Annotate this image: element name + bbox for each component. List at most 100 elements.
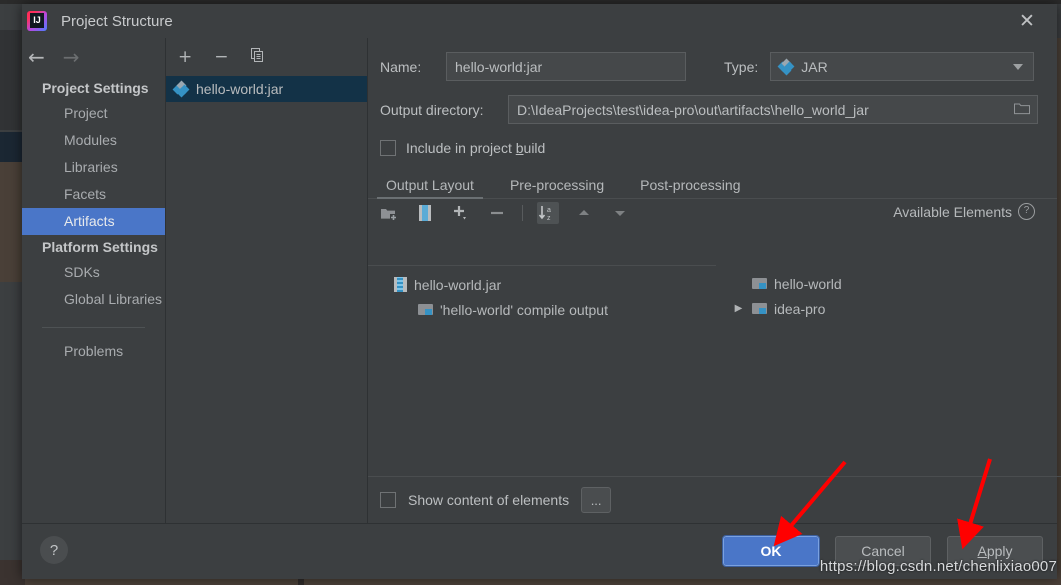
output-directory-input[interactable]: [508, 95, 1038, 124]
folder-browse-icon[interactable]: [1014, 101, 1030, 118]
include-in-build-label-post: uild: [523, 140, 546, 156]
dialog-body: ← → Project Settings Project Modules Lib…: [22, 38, 1061, 523]
help-icon[interactable]: ?: [1018, 203, 1035, 220]
new-archive-glyph: [419, 205, 431, 221]
available-elements-header: Available Elements ?: [893, 203, 1035, 220]
remove-artifact-icon[interactable]: −: [214, 48, 228, 66]
toolbar-separator: [522, 205, 523, 221]
sidebar-group-project-settings: Project Settings: [42, 80, 149, 96]
intellij-idea-logo-icon: IJ: [27, 11, 47, 31]
watermark-text: https://blog.csdn.net/chenlixiao007: [819, 558, 1057, 575]
plus-dropdown-glyph: [454, 206, 466, 220]
include-in-build-row: Include in project build: [368, 140, 1057, 156]
layout-panes: hello-world.jar 'hello-world' compile ou…: [368, 265, 1057, 477]
add-element-icon[interactable]: [450, 202, 472, 224]
create-archive-icon[interactable]: [414, 202, 436, 224]
tree-row-label: hello-world.jar: [414, 276, 502, 293]
jar-type-icon: [777, 58, 795, 75]
detail-bottom-options: Show content of elements ...: [368, 476, 1061, 523]
logo-glyph: IJ: [30, 13, 44, 28]
name-type-row: Name: Type: JAR: [368, 52, 1057, 81]
artifact-list-item[interactable]: hello-world:jar: [166, 76, 367, 102]
background-left-warm: [0, 162, 22, 282]
show-content-label[interactable]: Show content of elements: [408, 492, 569, 508]
settings-sidebar: ← → Project Settings Project Modules Lib…: [22, 38, 166, 523]
close-icon[interactable]: ✕: [1005, 7, 1049, 35]
move-down-icon[interactable]: [609, 202, 631, 224]
artifact-name-input[interactable]: [446, 52, 686, 81]
move-up-icon[interactable]: [573, 202, 595, 224]
include-in-build-checkbox[interactable]: [380, 140, 396, 156]
tree-row[interactable]: hello-world.jar: [368, 272, 716, 297]
sidebar-item-facets[interactable]: Facets: [22, 181, 165, 208]
available-elements-label: Available Elements: [893, 203, 1012, 220]
include-in-build-label-pre: Include in project: [406, 140, 516, 156]
sort-az-icon[interactable]: a z: [537, 202, 559, 224]
tab-post-processing[interactable]: Post-processing: [640, 177, 740, 198]
tab-output-layout[interactable]: Output Layout: [377, 177, 483, 199]
forward-arrow-icon[interactable]: →: [63, 47, 80, 67]
screenshot-root: HelloWorld main() IJ Project Structure ✕…: [0, 0, 1061, 585]
new-folder-glyph: [381, 208, 397, 221]
tree-row[interactable]: ▶ idea-pro: [716, 296, 1057, 321]
copy-glyph: [250, 47, 263, 62]
tree-row[interactable]: 'hello-world' compile output: [368, 297, 716, 322]
sidebar-item-artifacts[interactable]: Artifacts: [22, 208, 165, 235]
module-icon: [752, 302, 767, 315]
sidebar-nav: ← →: [22, 38, 165, 76]
minus-glyph: [491, 211, 503, 215]
available-elements-tree: hello-world ▶ idea-pro: [716, 265, 1057, 477]
svg-text:a: a: [547, 207, 551, 214]
tab-pre-processing[interactable]: Pre-processing: [510, 177, 604, 198]
copy-artifact-icon[interactable]: [250, 47, 266, 67]
output-layout-tree: hello-world.jar 'hello-world' compile ou…: [368, 265, 716, 477]
sidebar-group-platform-settings: Platform Settings: [42, 239, 158, 255]
tree-toggle-icon[interactable]: ▶: [732, 303, 745, 314]
folder-glyph: [1014, 103, 1030, 114]
tree-row[interactable]: hello-world: [716, 271, 1057, 296]
create-directory-icon[interactable]: [378, 202, 400, 224]
sidebar-item-sdks[interactable]: SDKs: [22, 259, 165, 286]
sidebar-item-problems[interactable]: Problems: [22, 338, 165, 365]
tree-row-label: 'hello-world' compile output: [440, 301, 608, 318]
move-up-glyph: [579, 210, 589, 215]
project-structure-dialog: IJ Project Structure ✕ ← → Project Setti…: [22, 4, 1061, 579]
output-layout-toolbar: a z Available Elements ?: [368, 199, 1057, 227]
artifact-list-item-label: hello-world:jar: [196, 81, 284, 97]
add-artifact-icon[interactable]: +: [178, 48, 192, 66]
artifact-type-dropdown[interactable]: JAR: [770, 52, 1035, 81]
remove-element-icon[interactable]: [486, 202, 508, 224]
move-down-glyph: [615, 211, 625, 216]
ok-button[interactable]: OK: [722, 535, 820, 567]
back-arrow-icon[interactable]: ←: [28, 47, 45, 67]
sidebar-item-global-libraries[interactable]: Global Libraries: [22, 286, 165, 313]
artifacts-list-panel: + − hello-world:jar: [166, 38, 368, 523]
artifact-type-value: JAR: [801, 58, 828, 75]
artifact-detail-panel: Name: Type: JAR Output directory:: [368, 38, 1061, 523]
help-button[interactable]: ?: [40, 536, 68, 564]
module-output-icon: [418, 303, 433, 316]
include-in-build-label-mnemonic: b: [515, 140, 524, 156]
module-icon: [752, 277, 767, 290]
output-directory-label: Output directory:: [380, 101, 484, 118]
output-directory-field-wrap: [508, 95, 1038, 124]
artifacts-toolbar: + −: [166, 38, 367, 76]
sidebar-item-libraries[interactable]: Libraries: [22, 154, 165, 181]
name-label: Name:: [380, 58, 422, 75]
sidebar-item-project[interactable]: Project: [22, 100, 165, 127]
show-content-checkbox[interactable]: [380, 492, 396, 508]
jar-artifact-icon: [172, 80, 190, 98]
sidebar-item-modules[interactable]: Modules: [22, 127, 165, 154]
tree-row-label: idea-pro: [774, 300, 826, 317]
sidebar-divider: [42, 327, 145, 328]
include-in-build-label[interactable]: Include in project build: [406, 140, 545, 156]
chevron-down-icon: [1013, 63, 1024, 70]
background-left-highlight: [0, 132, 22, 162]
svg-text:z: z: [547, 215, 551, 222]
dialog-title: Project Structure: [61, 12, 173, 30]
type-label: Type:: [724, 58, 759, 75]
background-left-dark: [0, 30, 22, 130]
archive-icon: [394, 277, 407, 292]
sort-az-glyph: a z: [538, 206, 551, 222]
ellipsis-button[interactable]: ...: [581, 487, 612, 513]
